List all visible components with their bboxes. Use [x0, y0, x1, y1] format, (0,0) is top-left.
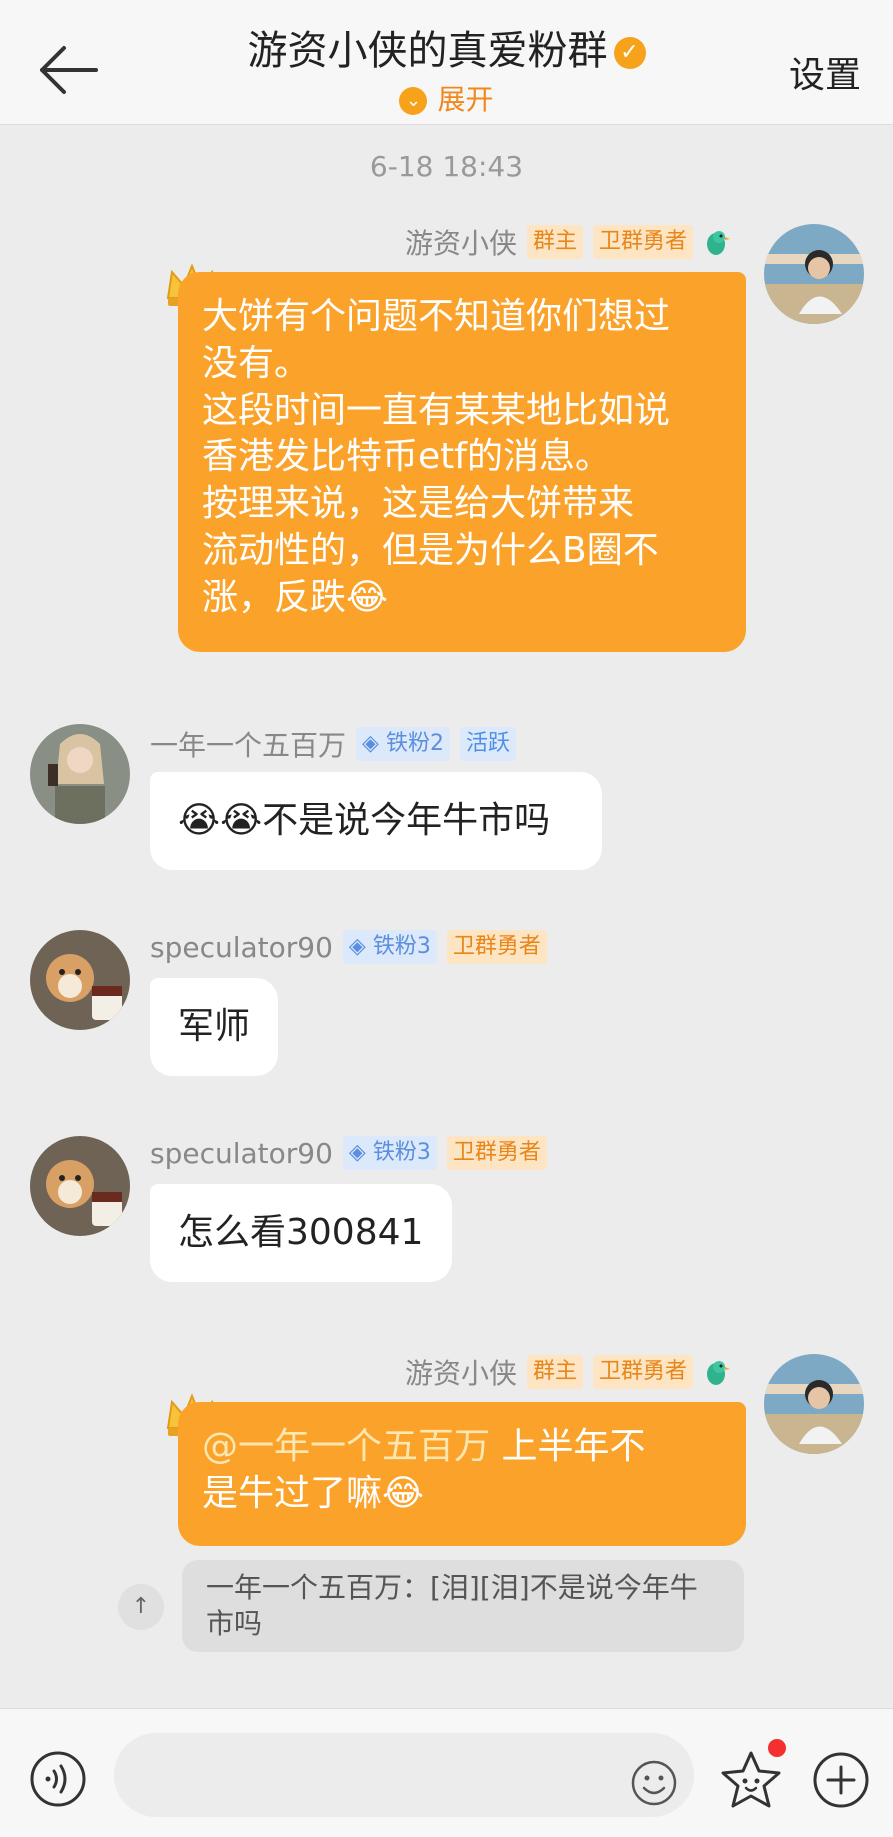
- guard-tag: 卫群勇者: [446, 930, 547, 964]
- message-timestamp: 6-18 18:43: [369, 150, 524, 183]
- chevron-down-icon: ⌄: [399, 87, 428, 115]
- fan-level-tag: ◈ 铁粉2: [356, 727, 450, 761]
- mention-link[interactable]: @一年一个五百万: [202, 1426, 490, 1467]
- jump-to-quote-icon[interactable]: ↑: [118, 1584, 164, 1630]
- bird-icon: [707, 1361, 730, 1385]
- fan-level-tag: ◈ 铁粉3: [342, 930, 437, 964]
- avatar[interactable]: [764, 1354, 864, 1454]
- sender-name: 游资小侠: [404, 227, 517, 260]
- message-text-field[interactable]: [138, 1733, 622, 1819]
- fan-level-tag: ◈ 铁粉3: [342, 1136, 437, 1170]
- sender-name: 一年一个五百万: [150, 729, 347, 762]
- group-title: 游资小侠的真爱粉群 ✓: [0, 18, 893, 76]
- avatar[interactable]: [30, 930, 130, 1030]
- sender-name: speculator90: [150, 930, 333, 964]
- bird-icon: [707, 231, 730, 255]
- plus-icon[interactable]: [812, 1751, 870, 1809]
- expand-button[interactable]: ⌄ 展开: [0, 78, 893, 118]
- top-bar: 游资小侠的真爱粉群 ✓ ⌄ 展开 设置: [0, 0, 893, 125]
- input-bar: [0, 1708, 893, 1837]
- message-bubble[interactable]: 怎么看300841: [150, 1184, 452, 1282]
- avatar[interactable]: [30, 1136, 130, 1236]
- emoji-icon[interactable]: [630, 1759, 678, 1807]
- sender-row: 游资小侠 群主 卫群勇者: [405, 1352, 731, 1392]
- sticker-star-icon[interactable]: [718, 1749, 784, 1811]
- message-bubble[interactable]: @一年一个五百万 上半年不 是牛过了嘛😂: [178, 1402, 746, 1546]
- sender-row: 一年一个五百万 ◈ 铁粉2 活跃: [150, 724, 516, 764]
- voice-icon[interactable]: [28, 1749, 88, 1809]
- avatar[interactable]: [30, 724, 130, 824]
- sender-row: 游资小侠 群主 卫群勇者: [405, 222, 731, 262]
- avatar[interactable]: [764, 224, 864, 324]
- sender-name: speculator90: [150, 1136, 333, 1170]
- message-bubble[interactable]: 😭😭不是说今年牛市吗: [150, 772, 602, 870]
- active-tag: 活跃: [459, 727, 516, 761]
- settings-button[interactable]: 设置: [789, 46, 861, 98]
- guard-tag: 卫群勇者: [592, 225, 693, 259]
- owner-tag: 群主: [526, 225, 583, 259]
- guard-tag: 卫群勇者: [446, 1136, 547, 1170]
- owner-tag: 群主: [526, 1355, 583, 1389]
- verified-badge-icon: ✓: [613, 37, 646, 69]
- sender-name: 游资小侠: [404, 1357, 517, 1390]
- message-input[interactable]: [114, 1733, 694, 1819]
- sender-row: speculator90 ◈ 铁粉3 卫群勇者: [150, 930, 547, 964]
- sender-row: speculator90 ◈ 铁粉3 卫群勇者: [150, 1136, 547, 1170]
- notification-dot: [768, 1739, 786, 1757]
- message-bubble[interactable]: 军师: [150, 978, 278, 1076]
- quoted-message[interactable]: 一年一个五百万：[泪][泪]不是说今年牛市吗: [182, 1560, 744, 1652]
- message-bubble[interactable]: 大饼有个问题不知道你们想过 没有。 这段时间一直有某某地比如说 香港发比特币et…: [178, 272, 746, 652]
- guard-tag: 卫群勇者: [592, 1355, 693, 1389]
